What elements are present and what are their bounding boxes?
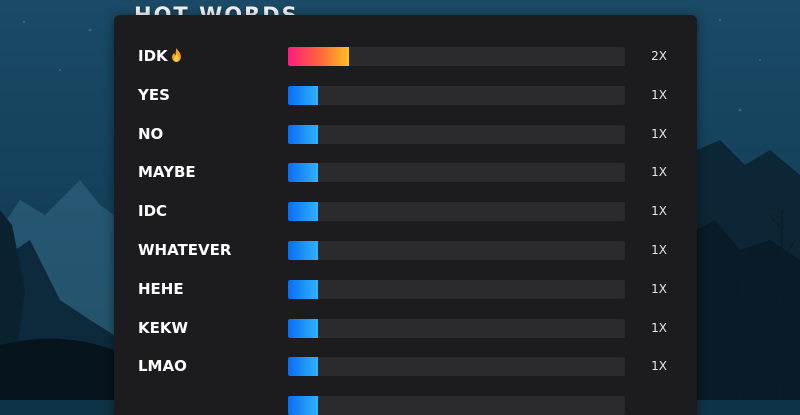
frequency-bar-fill: [288, 318, 319, 338]
word-count: [644, 386, 674, 415]
frequency-bar-fill: [288, 85, 319, 105]
word-label: LMAO: [138, 347, 187, 386]
frequency-bar-track: [288, 124, 625, 144]
frequency-bar-fill: [288, 241, 319, 260]
word-count: 1X: [651, 165, 667, 180]
frequency-bar-track: [288, 85, 625, 105]
frequency-bar-track: [288, 47, 625, 66]
word-text: MAYBE: [138, 163, 196, 182]
list-item: YES 1X: [114, 76, 697, 115]
word-label: WHATEVER: [138, 231, 231, 270]
frequency-bar-track: [288, 357, 625, 377]
frequency-bar-track: [288, 241, 625, 260]
word-label: MAYBE: [138, 153, 196, 192]
list-item: NO 1X: [114, 115, 697, 154]
word-count: 1X: [651, 281, 667, 296]
frequency-bar-track: [288, 202, 625, 222]
frequency-bar-fill: [288, 124, 319, 144]
frequency-bar-fill: [288, 357, 319, 377]
word-text: IDK: [138, 47, 168, 65]
word-label: NO: [138, 115, 163, 154]
frequency-bar-fill: [288, 279, 319, 299]
word-count: 2X: [651, 49, 667, 63]
word-count: 1X: [651, 204, 667, 219]
word-count: 1X: [651, 320, 667, 335]
list-item: WHATEVER 1X: [114, 231, 697, 270]
frequency-bar-fill: [288, 163, 319, 183]
word-text: NO: [138, 124, 164, 143]
fire-icon: [171, 48, 181, 62]
word-text: LMAO: [138, 357, 187, 376]
list-item: LMAO 1X: [114, 347, 697, 386]
word-text: HEHE: [138, 279, 184, 298]
word-label: IDC: [138, 192, 167, 231]
frequency-bar-fill: [288, 396, 319, 415]
word-text: YES: [138, 85, 170, 104]
hot-words-panel: IDK 2X YES 1X NO 1X MAYBE 1X IDC 1X WHATEVER 1X HEHE…: [114, 15, 697, 415]
frequency-bar-track: [288, 318, 625, 338]
frequency-bar-track: [288, 163, 625, 183]
word-count: 1X: [651, 243, 667, 257]
word-count: 1X: [651, 126, 667, 141]
list-item: KEKW 1X: [114, 309, 697, 348]
list-item: HEHE 1X: [114, 270, 697, 309]
word-text: KEKW: [138, 318, 189, 337]
word-label: KEKW: [138, 309, 188, 348]
word-label: HEHE: [138, 270, 184, 309]
frequency-bar-track: [288, 396, 625, 415]
list-item: [114, 386, 697, 415]
list-item: MAYBE 1X: [114, 153, 697, 192]
frequency-bar-fill: [288, 47, 349, 66]
word-count: 1X: [651, 87, 667, 102]
word-label: IDK: [138, 37, 182, 76]
list-item: IDC 1X: [114, 192, 697, 231]
frequency-bar-track: [288, 279, 625, 299]
word-text: WHATEVER: [138, 241, 232, 259]
frequency-bar-fill: [288, 202, 319, 222]
word-label: YES: [138, 76, 170, 115]
list-item: IDK 2X: [114, 37, 697, 76]
word-text: IDC: [138, 202, 168, 221]
word-count: 1X: [651, 359, 667, 374]
